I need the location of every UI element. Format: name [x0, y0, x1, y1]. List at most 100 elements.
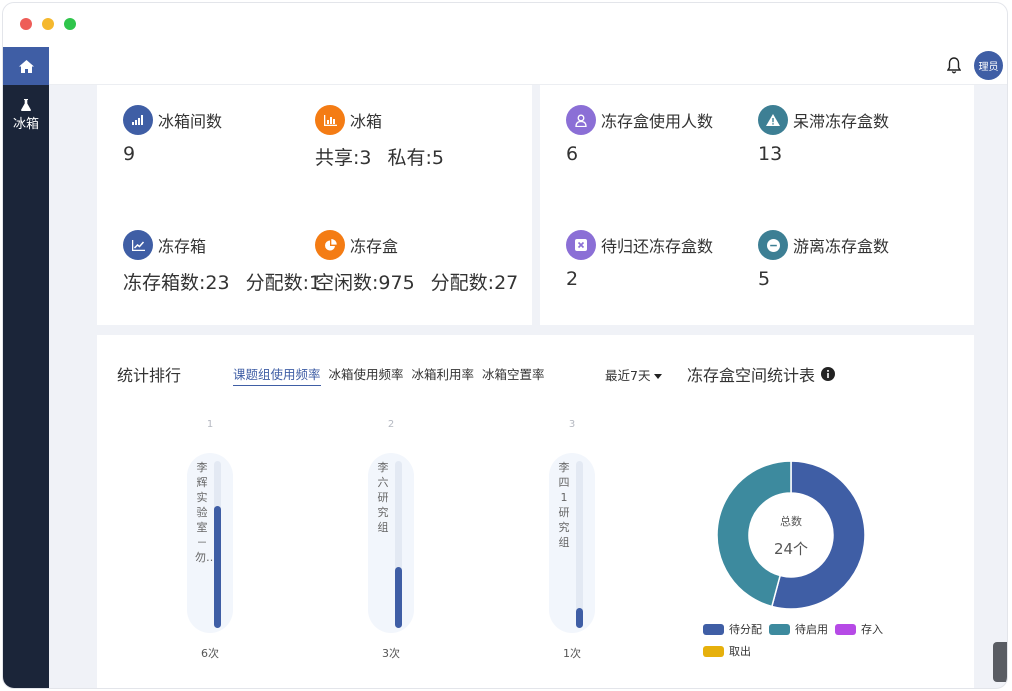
close-window-button[interactable]	[20, 18, 32, 30]
stat-title: 冻存箱	[158, 237, 207, 256]
legend-item[interactable]: 存入	[835, 621, 883, 637]
legend-swatch	[769, 623, 790, 635]
rank-track	[576, 461, 583, 628]
stat-value-box-count: 冻存箱数:23	[123, 272, 230, 294]
title-bar	[3, 3, 1007, 47]
rank-bar	[214, 506, 221, 628]
rank-number: 2	[387, 419, 395, 430]
donut-center-value: 24个	[774, 540, 808, 558]
flask-icon	[21, 99, 31, 111]
stat-value: 13	[758, 143, 783, 165]
donut-center-label: 总数	[780, 514, 802, 528]
rank-item[interactable]: 3 李四1研究组 1次	[549, 419, 595, 661]
rank-bar	[395, 567, 402, 628]
sidebar-item-label: 冰箱	[12, 117, 39, 132]
maximize-window-button[interactable]	[64, 18, 76, 30]
stat-freezer-boxes: 冻存箱 冻存箱数:23 分配数:1	[123, 230, 321, 295]
stat-title: 冰箱间数	[158, 112, 223, 131]
rank-track	[214, 461, 221, 628]
range-label: 最近7天	[605, 368, 651, 383]
minus-circle-icon	[758, 230, 788, 260]
tab-group-usage[interactable]: 课题组使用频率	[233, 364, 321, 386]
ranking-card: 统计排行 课题组使用频率 冰箱使用频率 冰箱利用率 冰箱空置率 最近7天 冻存盒…	[97, 335, 974, 688]
legend-item[interactable]: 取出	[703, 643, 751, 659]
stat-box-users: 冻存盒使用人数 6	[566, 105, 713, 165]
legend-item[interactable]: 待启用	[769, 621, 828, 637]
warning-icon	[758, 105, 788, 135]
rank-item[interactable]: 2 李六研究组 3次	[368, 419, 414, 661]
sidebar-item-fridge[interactable]: 冰箱	[3, 99, 49, 132]
stat-title: 冻存盒使用人数	[601, 112, 714, 131]
space-donut-chart: 总数 24个	[716, 460, 866, 610]
stat-stale-boxes: 呆滞冻存盒数 13	[758, 105, 889, 165]
stat-value-assigned: 分配数:1	[245, 272, 322, 294]
rank-name: 李辉实验室－勿…	[195, 461, 217, 564]
stat-value-private: 私有:5	[387, 147, 445, 169]
tab-fridge-vacancy[interactable]: 冰箱空置率	[482, 364, 545, 386]
rank-item[interactable]: 1 李辉实验室－勿… 6次	[187, 419, 233, 661]
line-chart-icon	[123, 230, 153, 260]
legend-label: 取出	[729, 645, 751, 658]
stat-fridge-rooms: 冰箱间数 9	[123, 105, 222, 165]
stat-value: 5	[758, 268, 771, 290]
top-header: 理员	[49, 47, 1007, 85]
avatar[interactable]: 理员	[974, 51, 1003, 80]
rank-count: 1次	[563, 647, 581, 660]
tab-fridge-usage[interactable]: 冰箱使用频率	[329, 364, 404, 386]
space-chart-title: 冻存盒空间统计表	[687, 366, 816, 385]
stat-value-free: 空闲数:975	[315, 272, 415, 294]
space-chart-header: 冻存盒空间统计表	[687, 362, 836, 386]
stat-title: 冻存盒	[350, 237, 399, 256]
ranking-tabs: 课题组使用频率 冰箱使用频率 冰箱利用率 冰箱空置率	[233, 364, 553, 386]
minimize-window-button[interactable]	[42, 18, 54, 30]
rank-name: 李四1研究组	[558, 461, 570, 549]
stat-title: 待归还冻存盒数	[601, 237, 714, 256]
rank-name: 李六研究组	[377, 461, 389, 534]
rank-pill: 李辉实验室－勿…	[187, 453, 233, 633]
user-icon	[566, 105, 596, 135]
rank-bar	[576, 608, 583, 628]
stat-title: 游离冻存盒数	[793, 237, 890, 256]
stat-value-assigned: 分配数:27	[430, 272, 519, 294]
rank-pill: 李四1研究组	[549, 453, 595, 633]
legend-swatch	[835, 623, 856, 635]
sidebar-home-button[interactable]	[3, 47, 49, 85]
caret-down-icon	[654, 374, 663, 379]
stat-title: 冰箱	[350, 112, 383, 131]
ranking-title: 统计排行	[117, 366, 182, 385]
legend-label: 待启用	[795, 623, 828, 636]
rank-count: 3次	[382, 647, 400, 660]
home-icon	[18, 59, 34, 73]
stat-value: 9	[123, 143, 136, 165]
stat-fridges: 冰箱 共享:3 私有:5	[315, 105, 444, 170]
legend-label: 待分配	[729, 623, 762, 636]
close-box-icon	[566, 230, 596, 260]
legend-swatch	[703, 623, 724, 635]
rank-track	[395, 461, 402, 628]
signal-icon	[123, 105, 153, 135]
app-window: 冰箱 理员 冰箱间数 9 冰箱 共享:3 私有:5 冻存箱 冻存箱数:23 分配…	[2, 2, 1008, 689]
legend-item[interactable]: 待分配	[703, 621, 762, 637]
legend-label: 存入	[861, 623, 883, 636]
stat-free-boxes: 游离冻存盒数 5	[758, 230, 889, 290]
scroll-to-top-button[interactable]	[993, 642, 1007, 682]
stats-card-left: 冰箱间数 9 冰箱 共享:3 私有:5 冻存箱 冻存箱数:23 分配数:1 冻存…	[97, 85, 532, 325]
range-dropdown[interactable]: 最近7天	[605, 365, 663, 384]
stats-card-right: 冻存盒使用人数 6 呆滞冻存盒数 13 待归还冻存盒数 2 游离冻存盒数 5	[540, 85, 974, 325]
tab-fridge-utilization[interactable]: 冰箱利用率	[412, 364, 475, 386]
legend-swatch	[703, 645, 724, 657]
sidebar: 冰箱	[3, 47, 49, 688]
stat-freezer-racks: 冻存盒 空闲数:975 分配数:27	[315, 230, 518, 295]
stat-value: 2	[566, 268, 579, 290]
pie-chart-icon	[315, 230, 345, 260]
rank-count: 6次	[201, 647, 219, 660]
stat-value: 6	[566, 143, 579, 165]
rank-pill: 李六研究组	[368, 453, 414, 633]
stat-pending-return-boxes: 待归还冻存盒数 2	[566, 230, 713, 290]
bell-icon[interactable]	[947, 57, 961, 74]
info-icon[interactable]	[821, 367, 836, 381]
rank-number: 3	[568, 419, 576, 430]
rank-number: 1	[206, 419, 214, 430]
stat-title: 呆滞冻存盒数	[793, 112, 890, 131]
bar-chart-icon	[315, 105, 345, 135]
